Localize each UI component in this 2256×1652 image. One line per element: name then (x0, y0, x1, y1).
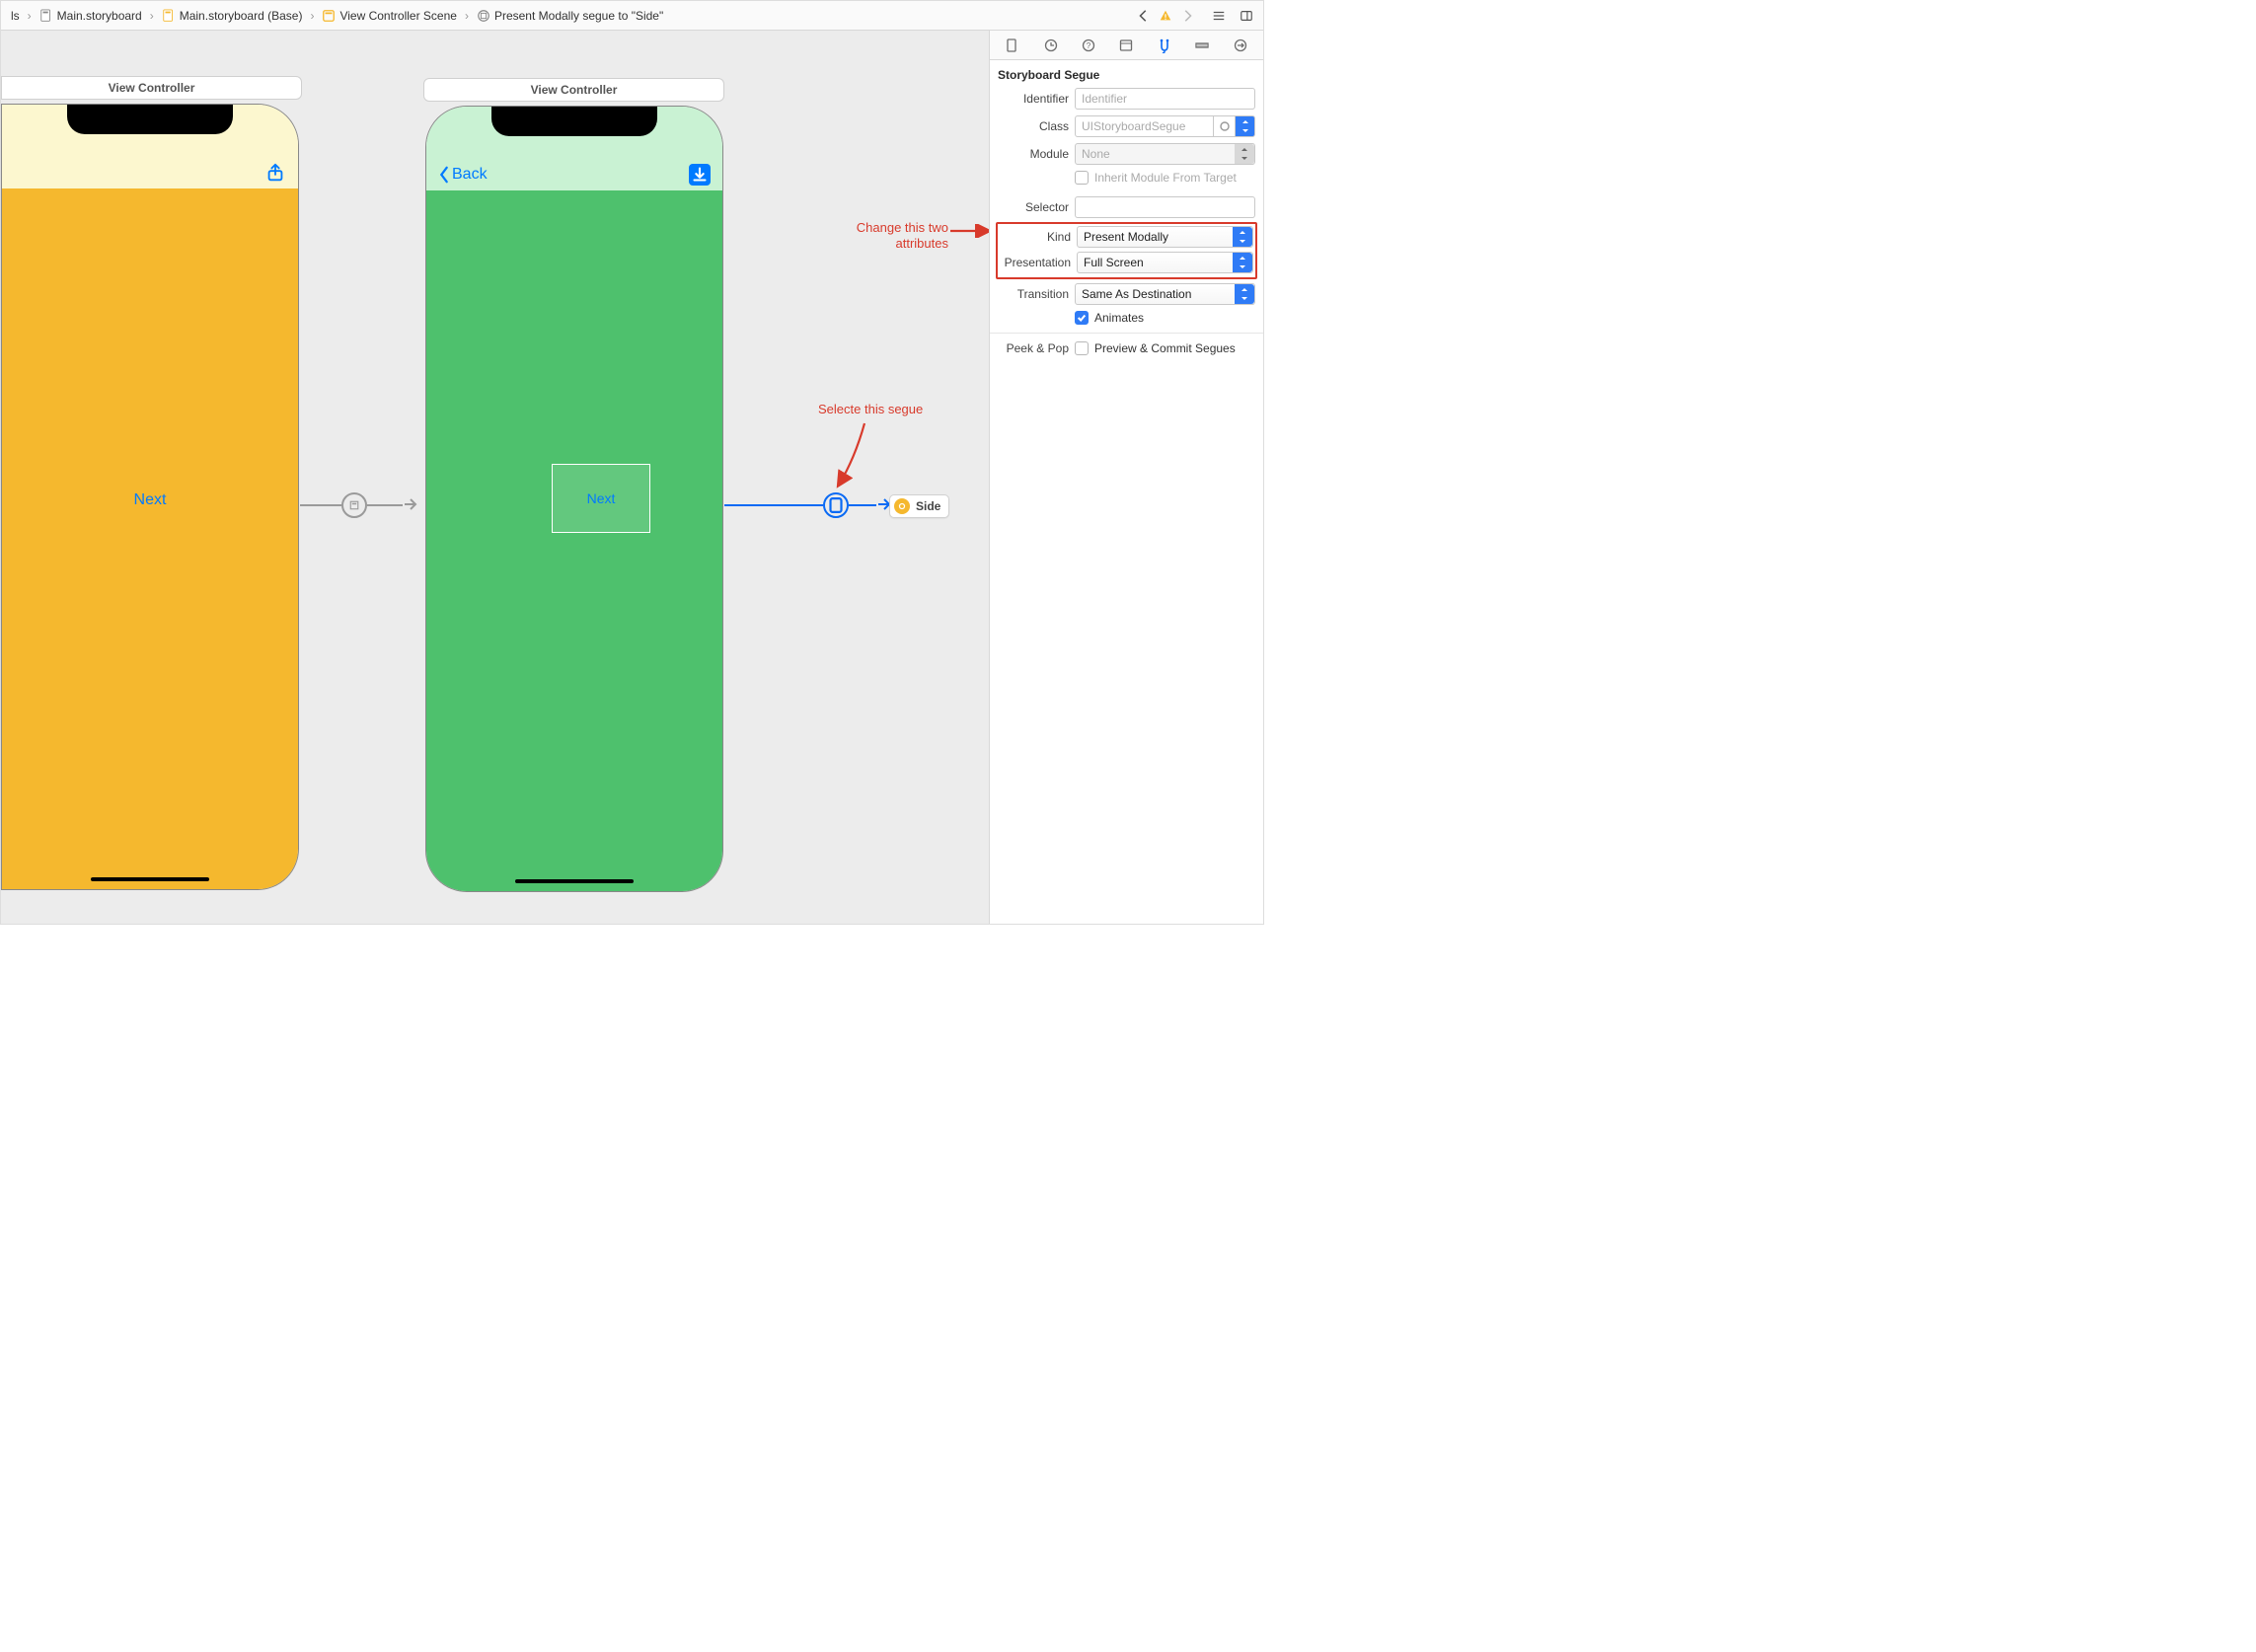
module-popup[interactable]: None (1075, 143, 1255, 165)
inspector-tab-bar: ? (990, 31, 1263, 60)
checkbox-label: Preview & Commit Segues (1094, 341, 1236, 355)
segue-show[interactable] (300, 492, 418, 518)
button-label: Next (134, 491, 167, 508)
breadcrumb-item[interactable]: Present Modally segue to "Side" (473, 1, 667, 30)
breadcrumb-item[interactable]: Main.storyboard › (36, 1, 158, 30)
field-label: Identifier (998, 92, 1069, 106)
scene-title-bar[interactable]: View Controller (423, 78, 724, 102)
class-jump-button[interactable] (1214, 115, 1236, 137)
notch (491, 107, 657, 136)
scene-icon (322, 9, 336, 23)
annotation-text: Selecte this segue (818, 402, 923, 417)
next-button[interactable]: Next (134, 491, 167, 509)
share-icon[interactable] (264, 162, 286, 184)
view-controller-preview-green[interactable]: Back Next (425, 106, 723, 892)
container-view[interactable]: Next (552, 464, 650, 533)
selector-input[interactable] (1075, 196, 1255, 218)
segue-node-icon (823, 492, 849, 518)
transition-popup[interactable]: Same As Destination (1075, 283, 1255, 305)
checkbox-label: Inherit Module From Target (1094, 171, 1237, 185)
checkbox-label: Animates (1094, 311, 1144, 325)
tab-help-inspector[interactable]: ? (1075, 35, 1102, 56)
chevron-right-icon: › (28, 9, 32, 23)
scene-title: View Controller (109, 81, 195, 95)
chevron-right-icon: › (150, 9, 154, 23)
field-label: Class (998, 119, 1069, 133)
field-label: Module (998, 147, 1069, 161)
chevron-right-icon: › (310, 9, 314, 23)
field-label: Presentation (1000, 256, 1071, 269)
notch (67, 105, 233, 134)
jump-bar: ls › Main.storyboard › Main.storyboard (… (1, 1, 1263, 31)
arrow-right-icon (403, 496, 418, 515)
popup-value: None (1082, 147, 1110, 161)
class-dropdown-button[interactable] (1236, 115, 1255, 137)
section-title: Storyboard Segue (998, 66, 1255, 88)
field-label: Kind (1000, 230, 1071, 244)
home-indicator (515, 879, 634, 883)
kind-popup[interactable]: Present Modally (1077, 226, 1253, 248)
tab-connections-inspector[interactable] (1227, 35, 1254, 56)
popup-value: Same As Destination (1082, 287, 1191, 301)
presentation-popup[interactable]: Full Screen (1077, 252, 1253, 273)
warning-icon[interactable] (1155, 5, 1176, 27)
annotation-arrow-icon (831, 419, 874, 492)
assistant-toggle-button[interactable] (1236, 5, 1257, 27)
nav-back-button[interactable] (1133, 5, 1155, 27)
breadcrumb-label: ls (11, 9, 20, 23)
breadcrumb-label: Main.storyboard (Base) (180, 9, 303, 23)
tab-file-inspector[interactable] (999, 35, 1026, 56)
peek-pop-checkbox[interactable] (1075, 341, 1089, 355)
inspector-body: Storyboard Segue Identifier Class (990, 60, 1263, 367)
view-controller-ref-icon (894, 498, 910, 514)
dropdown-caret-icon (1235, 144, 1254, 164)
tab-size-inspector[interactable] (1188, 35, 1216, 56)
segue-icon (477, 9, 490, 23)
breadcrumb-item[interactable]: ls › (7, 1, 36, 30)
field-label: Peek & Pop (998, 341, 1069, 355)
scene-title-bar[interactable]: View Controller (1, 76, 302, 100)
breadcrumb-label: Present Modally segue to "Side" (494, 9, 663, 23)
breadcrumb-item[interactable]: Main.storyboard (Base) › (158, 1, 319, 30)
home-indicator (91, 877, 209, 881)
storyboard-canvas[interactable]: View Controller Next (1, 31, 989, 924)
scene-title: View Controller (531, 83, 618, 97)
container-button-label: Next (587, 490, 616, 506)
inherit-module-checkbox[interactable] (1075, 171, 1089, 185)
storyboard-file-icon (39, 9, 53, 23)
nav-forward-button[interactable] (1176, 5, 1198, 27)
tab-identity-inspector[interactable] (1112, 35, 1140, 56)
segue-present-modally[interactable] (724, 492, 892, 518)
breadcrumb-label: View Controller Scene (339, 9, 457, 23)
back-button[interactable]: Back (438, 166, 488, 184)
segue-node-icon (341, 492, 367, 518)
annotation-arrow-icon (948, 224, 989, 238)
annotation-highlight-box: Kind Present Modally P (996, 222, 1257, 279)
annotation-text: Change this two attributes (840, 220, 948, 253)
scene-reference-side[interactable]: Side (889, 494, 949, 518)
view-controller-preview-orange[interactable]: Next (1, 104, 299, 890)
download-icon[interactable] (689, 164, 711, 186)
dropdown-caret-icon (1233, 227, 1252, 247)
outline-toggle-button[interactable] (1208, 5, 1230, 27)
tab-attributes-inspector[interactable] (1151, 35, 1178, 56)
popup-value: Full Screen (1084, 256, 1144, 269)
svg-text:?: ? (1087, 41, 1091, 50)
identifier-input[interactable] (1075, 88, 1255, 110)
breadcrumb-item[interactable]: View Controller Scene › (318, 1, 473, 30)
back-label: Back (452, 166, 488, 184)
popup-value: Present Modally (1084, 230, 1168, 244)
class-input[interactable] (1075, 115, 1214, 137)
field-label: Selector (998, 200, 1069, 214)
storyboard-base-icon (162, 9, 176, 23)
dropdown-caret-icon (1233, 253, 1252, 272)
animates-checkbox[interactable] (1075, 311, 1089, 325)
chevron-right-icon: › (465, 9, 469, 23)
field-label: Transition (998, 287, 1069, 301)
dropdown-caret-icon (1235, 284, 1254, 304)
scene-reference-label: Side (916, 499, 940, 513)
tab-history-inspector[interactable] (1037, 35, 1065, 56)
inspector-panel: ? Storyboard Segue Identifier Class (989, 31, 1263, 924)
breadcrumb-label: Main.storyboard (57, 9, 142, 23)
